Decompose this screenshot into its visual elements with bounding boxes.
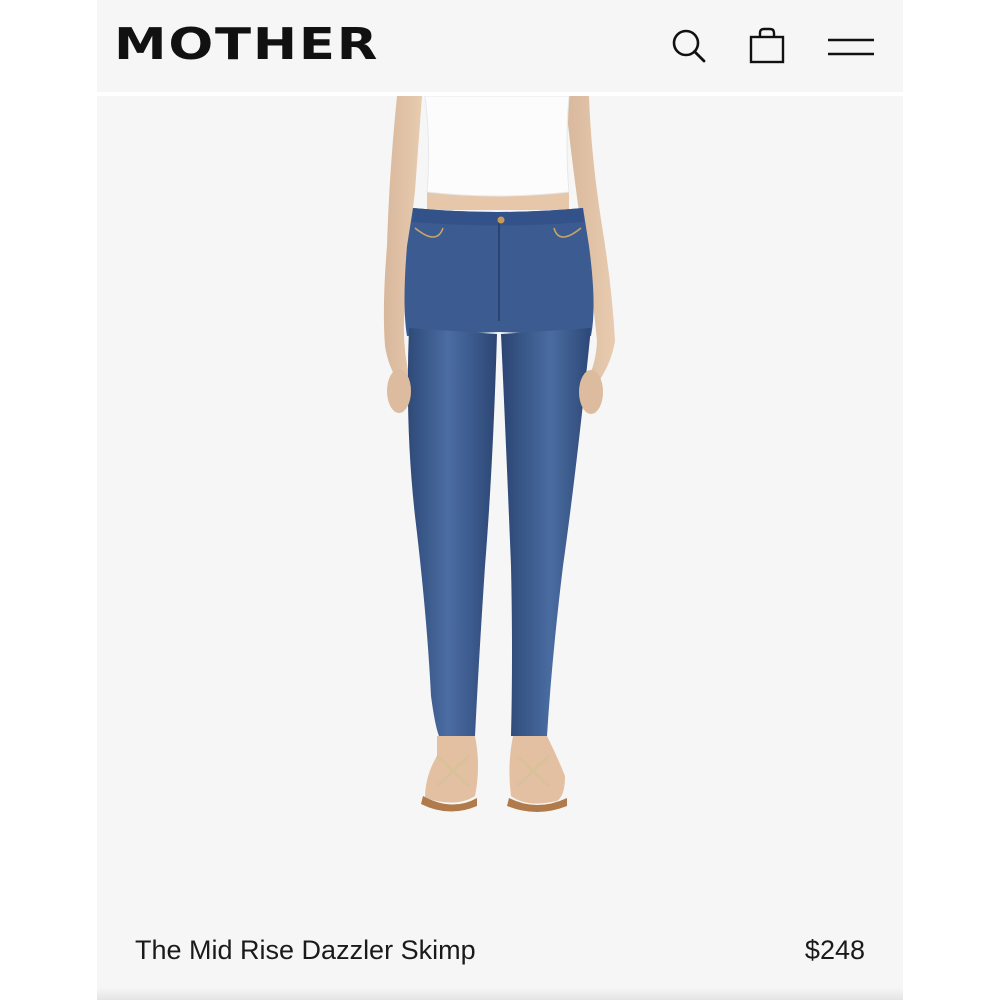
product-image-area[interactable]	[97, 96, 903, 916]
mobile-frame: MOTHER The Mid Rise Dazzler Skimp $248	[97, 0, 903, 1000]
product-price: $248	[804, 935, 865, 965]
hamburger-menu-icon[interactable]	[826, 34, 876, 60]
bottom-edge-shadow	[97, 988, 903, 1000]
shopping-bag-icon[interactable]	[748, 27, 786, 65]
brand-logo[interactable]: MOTHER	[114, 14, 379, 76]
product-photo[interactable]	[97, 96, 903, 916]
search-icon[interactable]	[670, 27, 708, 65]
site-header: MOTHER	[97, 0, 903, 92]
product-name[interactable]: The Mid Rise Dazzler Skimp	[135, 930, 476, 970]
